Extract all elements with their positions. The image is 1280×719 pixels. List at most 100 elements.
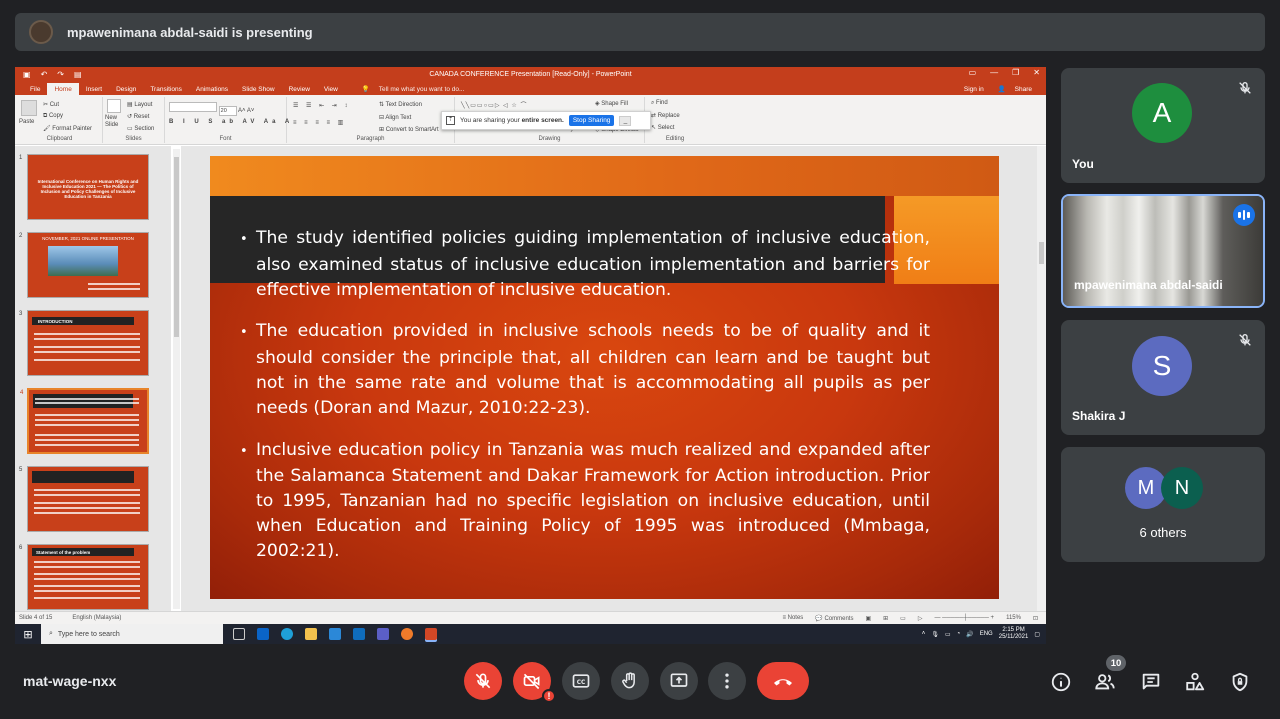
restore-icon[interactable]: ❐ [1012, 68, 1019, 77]
redo-icon[interactable]: ↷ [57, 70, 64, 79]
battery-icon[interactable]: ▭ [945, 631, 951, 638]
replace-button[interactable]: ⇄ Replace [651, 112, 680, 119]
minimize-icon[interactable]: — [990, 68, 998, 77]
slide-thumbnail-4[interactable]: 4 [20, 388, 149, 454]
new-slide-button[interactable]: New Slide [105, 115, 125, 129]
tab-file[interactable]: File [23, 83, 47, 95]
slide-thumbnail-3[interactable]: 3 INTRODUCTION [19, 310, 149, 376]
tab-insert[interactable]: Insert [79, 83, 109, 95]
tell-me-box[interactable]: 💡 Tell me what you want to do... [355, 83, 479, 95]
paste-button[interactable]: Paste [19, 119, 34, 125]
slide-thumbnail-1[interactable]: 1 International Conference on Human Righ… [19, 154, 149, 220]
slideshow-start-icon[interactable]: ▤ [74, 70, 82, 79]
tab-design[interactable]: Design [109, 83, 143, 95]
font-shrink-icon[interactable]: A˅ [247, 108, 255, 114]
list-buttons[interactable]: ☰ ☰ ⇤ ⇥ ↕ [293, 102, 350, 109]
present-now-button[interactable] [660, 662, 698, 700]
tab-animations[interactable]: Animations [189, 83, 235, 95]
text-direction-button[interactable]: ⇅ Text Direction [379, 101, 422, 108]
slide-scroll-thumb[interactable] [1039, 242, 1044, 264]
thumbnails-scroll-thumb[interactable] [174, 157, 179, 337]
input-language[interactable]: ENG [980, 631, 993, 637]
network-icon[interactable]: ◔ [957, 631, 961, 637]
edge-icon[interactable] [281, 628, 293, 640]
comments-button[interactable]: 💬 Comments [815, 615, 853, 622]
task-view-icon[interactable] [233, 628, 245, 640]
mail-icon[interactable] [353, 628, 365, 640]
cut-button[interactable]: ✂ Cut [43, 101, 59, 108]
format-painter-button[interactable]: 🖌 Format Painter [43, 125, 92, 132]
close-icon[interactable]: ✕ [1033, 68, 1040, 77]
slide-thumbnail-2[interactable]: 2 NOVEMBER, 2021 ONLINE PRESENTATION [19, 232, 149, 298]
paste-icon[interactable] [21, 100, 37, 116]
save-icon[interactable]: ▣ [23, 70, 31, 79]
chat-button[interactable] [1137, 668, 1165, 696]
host-controls-button[interactable] [1226, 668, 1254, 696]
tab-transitions[interactable]: Transitions [143, 83, 189, 95]
find-button[interactable]: ⌕ Find [651, 100, 668, 107]
participant-tile-others[interactable]: M N 6 others [1061, 447, 1265, 562]
firefox-icon[interactable] [401, 628, 413, 640]
font-grow-icon[interactable]: A˄ [238, 108, 246, 114]
thumbnails-scrollbar[interactable] [173, 149, 180, 609]
meeting-details-button[interactable] [1047, 668, 1075, 696]
microphone-toggle-button[interactable] [464, 662, 502, 700]
select-button[interactable]: ↖ Select [651, 124, 674, 131]
slide-thumbnail-5[interactable]: 5 [19, 466, 149, 532]
slide-sorter-icon[interactable]: ⊞ [883, 615, 888, 622]
share-button[interactable]: 👤 Share [991, 83, 1046, 95]
tab-review[interactable]: Review [282, 83, 317, 95]
taskbar-search[interactable]: ⌕ Type here to search [41, 624, 223, 644]
layout-button[interactable]: ▤ Layout [127, 101, 152, 108]
font-size-box[interactable]: 20 [218, 106, 237, 116]
smartart-button[interactable]: ⊞ Convert to SmartArt [379, 126, 439, 133]
font-name-box[interactable] [169, 102, 217, 112]
captions-button[interactable]: CC [562, 662, 600, 700]
people-button[interactable] [1091, 668, 1119, 696]
section-button[interactable]: ▭ Section [127, 125, 154, 132]
normal-view-icon[interactable]: ▣ [865, 615, 871, 622]
stop-sharing-button[interactable]: Stop Sharing [568, 115, 615, 126]
notes-button[interactable]: ≡ Notes [782, 615, 803, 621]
tab-home[interactable]: Home [47, 83, 79, 95]
taskbar-clock[interactable]: 2:15 PM 25/11/2021 [999, 627, 1029, 641]
sign-in-link[interactable]: Sign in [957, 83, 991, 95]
tray-chevron-icon[interactable]: ˄ [922, 631, 926, 637]
undo-icon[interactable]: ↶ [41, 70, 48, 79]
participant-tile-shakira[interactable]: S Shakira J [1061, 320, 1265, 435]
ribbon-display-icon[interactable]: ▭ [969, 68, 977, 77]
current-slide[interactable]: The study identified policies guiding im… [210, 156, 999, 599]
zoom-level[interactable]: 115% [1006, 615, 1021, 621]
raise-hand-button[interactable] [611, 662, 649, 700]
font-style-buttons[interactable]: B I U S ab AV Aa A [169, 119, 293, 125]
slideshow-view-icon[interactable]: ▷ [918, 615, 923, 622]
align-buttons[interactable]: ≡ ≡ ≡ ≡ ▥ [293, 119, 346, 126]
more-options-button[interactable] [708, 662, 746, 700]
slide-scrollbar[interactable] [1037, 146, 1046, 611]
notifications-icon[interactable]: ▢ [1034, 631, 1040, 638]
powerpoint-taskbar-icon[interactable] [425, 628, 437, 640]
slide-thumbnail-6[interactable]: 6 Statement of the problem [19, 544, 149, 610]
fit-slide-icon[interactable]: ⊡ [1033, 615, 1038, 622]
align-text-button[interactable]: ⊟ Align Text [379, 114, 411, 121]
volume-icon[interactable]: 🔊 [966, 631, 973, 638]
meeting-code[interactable]: mat-wage-nxx [23, 673, 116, 689]
new-slide-icon[interactable] [107, 99, 121, 113]
shapes-gallery[interactable]: ╲╲▭▭○▭▷ ◁ ☆ ⌒ [461, 100, 527, 109]
zoom-slider[interactable]: — ─────┼───── + [934, 615, 994, 621]
store-icon[interactable] [329, 628, 341, 640]
file-explorer-icon[interactable] [305, 628, 317, 640]
teams-icon[interactable] [377, 628, 389, 640]
participant-tile-you[interactable]: A You [1061, 68, 1265, 183]
reading-view-icon[interactable]: ▭ [900, 615, 906, 622]
windows-start-icon[interactable]: ⊞ [15, 628, 41, 641]
outlook-icon[interactable] [257, 628, 269, 640]
camera-toggle-button[interactable]: ! [513, 662, 556, 703]
hide-notification-button[interactable]: _ [619, 115, 632, 126]
copy-button[interactable]: ⧉ Copy [43, 113, 63, 120]
participant-tile-presenter[interactable]: mpawenimana abdal-saidi [1061, 194, 1265, 308]
leave-call-button[interactable] [757, 662, 809, 700]
tab-view[interactable]: View [317, 83, 345, 95]
microphone-tray-icon[interactable]: 🎙 [931, 631, 939, 638]
language-indicator[interactable]: English (Malaysia) [72, 615, 121, 621]
